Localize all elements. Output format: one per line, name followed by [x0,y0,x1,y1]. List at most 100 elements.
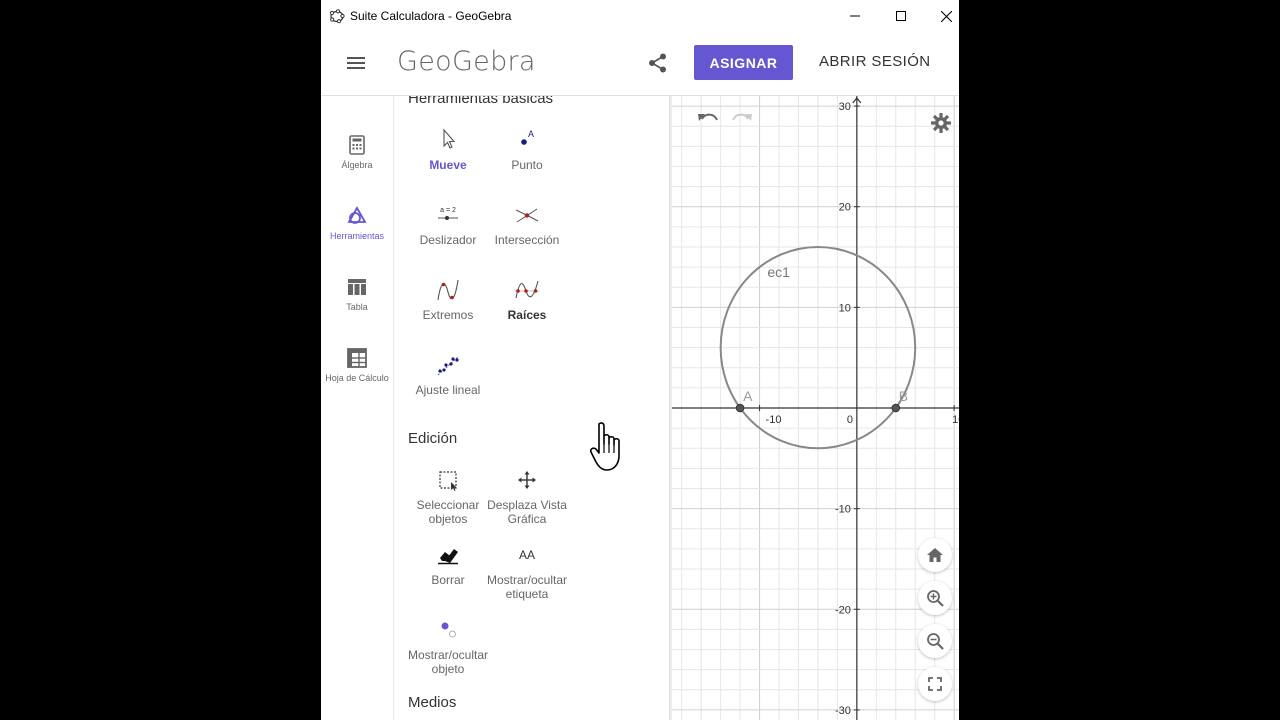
hamburger-menu-icon[interactable] [345,52,367,74]
section-title-media: Medios [408,694,457,711]
tool-select-objects[interactable]: Seleccionar objetos [403,466,493,526]
tool-show-label[interactable]: AA Mostrar/ocultar etiqueta [482,541,572,601]
close-button[interactable] [923,0,959,32]
minimize-icon [850,15,860,17]
geogebra-logo: GeoGebra [397,46,536,77]
zoom-out-icon [927,633,944,650]
rail-item-table[interactable]: Tabla [321,276,393,313]
eraser-icon [438,549,458,565]
select-icon [439,471,457,491]
tool-show-object[interactable]: Mostrar/ocultar objeto [403,616,493,676]
tool-label-select-objects: Seleccionar objetos [416,498,480,526]
home-button[interactable] [918,538,952,572]
tool-roots[interactable]: Raíces [482,276,572,322]
spreadsheet-icon [347,348,367,368]
home-icon [927,548,943,562]
maximize-button[interactable] [878,0,924,32]
hand-cursor-icon [590,422,620,471]
window-title: Suite Calculadora - GeoGebra [350,9,512,23]
tool-point[interactable]: A Punto [482,126,572,172]
show-hide-icon [441,622,456,638]
roots-icon [515,280,539,299]
rail-item-algebra[interactable]: Álgebra [321,134,393,171]
point-A [735,403,745,413]
rail-label-tools: Herramientas [329,231,385,241]
y-tick-labels: 30 20 10 -10 -20 -30 [835,101,860,717]
zoom-in-icon [927,590,944,607]
tool-label-slider: Deslizador [419,233,477,247]
point-B [891,403,901,413]
tools-panel: Herramientas básicas Mueve A Punto a = 2… [394,96,669,720]
move-icon [443,128,456,149]
share-icon[interactable] [647,52,669,74]
tool-label-point: Punto [511,158,543,172]
close-icon [940,10,952,22]
rail-label-algebra: Álgebra [341,160,373,170]
y-tick-label: 30 [839,101,851,113]
tool-delete[interactable]: Borrar [403,541,493,587]
x-tick-label: 10 [952,414,959,426]
tool-label-move: Mueve [429,158,467,172]
y-tick-label: 10 [839,302,851,314]
settings-gear-icon[interactable] [930,112,952,134]
tool-label-roots: Raíces [507,308,547,322]
slider-icon: a = 2 [438,207,458,220]
tool-fit-line[interactable]: Ajuste lineal [403,351,493,397]
tool-label-intersect: Intersección [494,233,560,247]
extremum-icon [437,279,459,301]
graphics-view[interactable]: -10 0 10 30 20 10 -10 -20 -30 ec1 A B [672,96,959,720]
graphics-canvas[interactable]: -10 0 10 30 20 10 -10 -20 -30 ec1 A B [672,96,959,720]
app-header: GeoGebra ASIGNAR ABRIR SESIÓN [321,32,959,96]
section-title-edit: Edición [408,430,458,447]
login-button[interactable]: ABRIR SESIÓN [819,53,931,70]
redo-icon[interactable] [730,110,754,128]
maximize-icon [896,11,906,21]
intersect-icon [515,208,539,223]
tool-label-fit-line: Ajuste lineal [415,383,481,397]
section-title-basic-tools: Herramientas básicas [408,96,554,107]
label-icon-text: AA [519,548,535,562]
calculator-icon [349,135,365,155]
undo-icon[interactable] [696,110,720,128]
zoom-in-button[interactable] [918,581,952,615]
zoom-out-button[interactable] [918,624,952,658]
point-icon: A [521,129,534,145]
tool-label-extremum: Extremos [422,308,474,322]
fit-line-icon [437,356,459,376]
geogebra-window: Suite Calculadora - GeoGebra GeoGebra AS… [321,0,959,720]
tool-extremum[interactable]: Extremos [403,276,493,322]
axes [672,96,959,720]
tool-intersect[interactable]: Intersección [482,201,572,247]
assign-button[interactable]: ASIGNAR [694,45,793,80]
view-nav-rail: Álgebra Herramientas Tabla Hoja de Cálcu… [321,96,394,720]
tools-icon [347,206,367,224]
svg-text:A: A [528,129,534,139]
x-tick-label: -10 [766,414,782,426]
fullscreen-button[interactable] [918,667,952,701]
tool-slider[interactable]: a = 2 Deslizador [403,201,493,247]
fullscreen-icon [928,677,942,691]
y-tick-label: -20 [835,604,851,616]
tool-move-view[interactable]: Desplaza Vista Gráfica [482,466,572,526]
tool-label-show-object: Mostrar/ocultar objeto [407,648,489,676]
rail-label-spreadsheet: Hoja de Cálculo [325,373,389,383]
tool-label-show-label: Mostrar/ocultar etiqueta [486,573,568,601]
tool-label-move-view: Desplaza Vista Gráfica [487,498,567,526]
minimize-button[interactable] [832,0,878,32]
y-tick-label: -30 [835,705,851,717]
point-label: B [899,388,908,404]
table-icon [348,279,366,295]
tool-move[interactable]: Mueve [403,126,493,172]
point-label: A [743,388,753,404]
move-view-icon [518,471,536,489]
rail-item-tools[interactable]: Herramientas [321,205,393,242]
y-tick-label: 20 [839,202,851,214]
label-icon: AA [519,548,535,562]
title-bar: Suite Calculadora - GeoGebra [321,0,959,32]
tool-label-delete: Borrar [431,573,465,587]
slider-icon-text: a = 2 [440,207,456,214]
y-tick-label: -10 [835,504,851,516]
rail-label-table: Tabla [346,302,368,312]
rail-item-spreadsheet[interactable]: Hoja de Cálculo [321,347,393,384]
circle-label: ec1 [767,264,790,280]
